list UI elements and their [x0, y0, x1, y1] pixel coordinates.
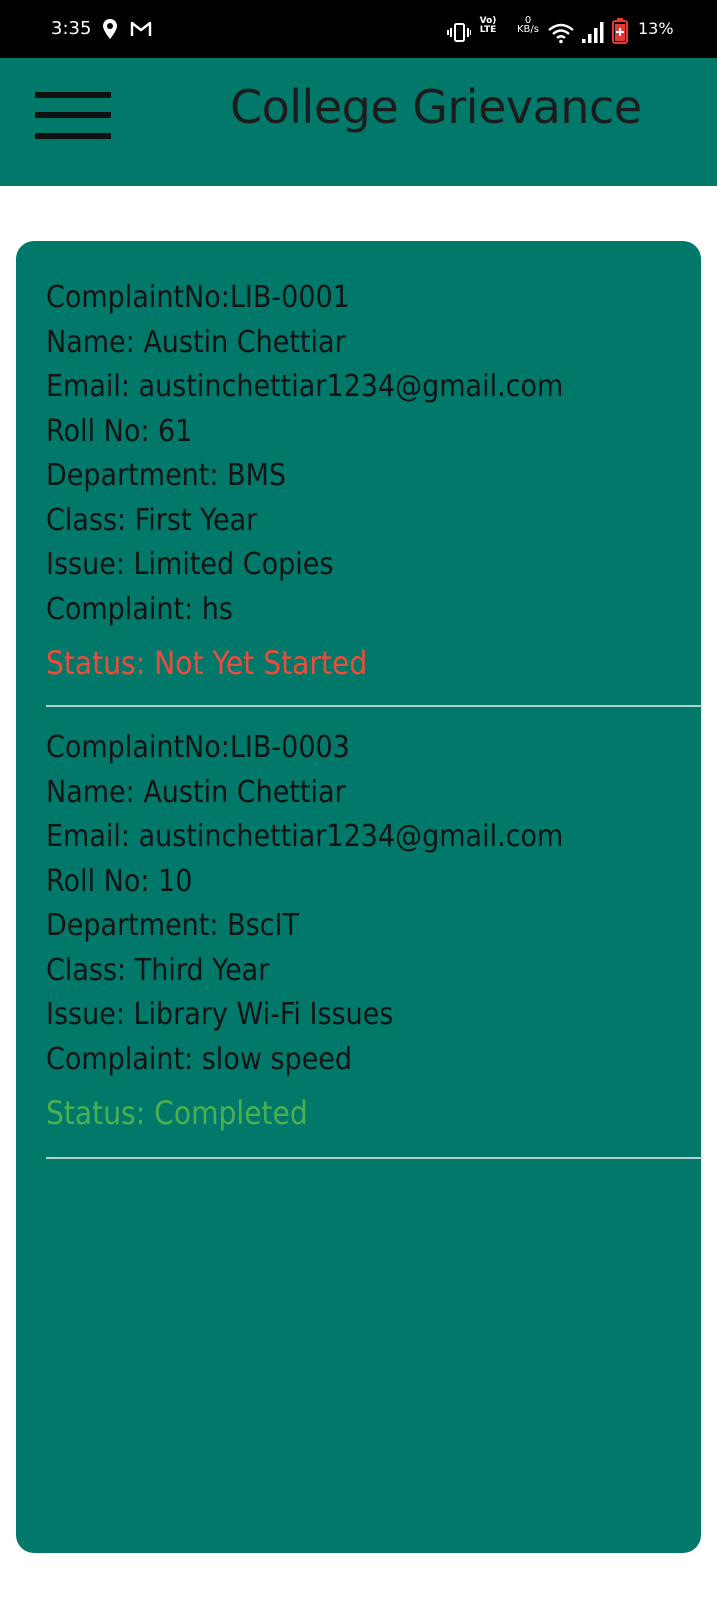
department: Department: BscIT — [46, 908, 299, 943]
wifi-icon — [548, 23, 574, 44]
issue: Issue: Library Wi-Fi Issues — [46, 997, 394, 1032]
complaint-text: Complaint: slow speed — [46, 1041, 353, 1077]
vibrate-icon — [447, 23, 471, 42]
complaint-number: ComplaintNo:LIB-0001 — [46, 280, 350, 315]
status-bar: 3:35 Vo) LTE 0 KB/s 13% — [0, 0, 717, 58]
complaint-number: ComplaintNo:LIB-0003 — [46, 730, 350, 765]
roll-number: Roll No: 61 — [46, 413, 193, 449]
location-icon — [103, 19, 117, 39]
status-label: Status: Completed — [46, 1094, 308, 1132]
complaints-card[interactable]: ComplaintNo:LIB-0001 Name: Austin Chetti… — [16, 241, 702, 1553]
lte-text: LTE — [479, 25, 497, 35]
signal-icon — [582, 22, 604, 43]
net-speed-unit: KB/s — [517, 24, 539, 35]
roll-number: Roll No: 10 — [46, 863, 193, 899]
gmail-icon — [130, 21, 152, 36]
complaint-text: Complaint: hs — [46, 591, 233, 627]
class: Class: Third Year — [46, 952, 270, 988]
battery-icon — [612, 18, 628, 44]
app-title: College Grievance — [230, 80, 642, 134]
status-time: 3:35 — [51, 18, 92, 39]
net-speed: 0 KB/s — [513, 16, 543, 35]
volte-label: Vo) LTE — [476, 17, 500, 35]
complaint-item[interactable]: ComplaintNo:LIB-0001 Name: Austin Chetti… — [46, 276, 686, 688]
status-label: Status: Not Yet Started — [46, 644, 368, 682]
complainant-email: Email: austinchettiar1234@gmail.com — [46, 819, 564, 854]
complainant-email: Email: austinchettiar1234@gmail.com — [46, 369, 564, 404]
complainant-name: Name: Austin Chettiar — [46, 324, 346, 360]
divider — [46, 1157, 702, 1159]
hamburger-menu-icon[interactable] — [35, 92, 111, 144]
class: Class: First Year — [46, 502, 258, 538]
department: Department: BMS — [46, 458, 287, 493]
battery-percentage: 13% — [638, 19, 674, 38]
issue: Issue: Limited Copies — [46, 547, 334, 582]
complainant-name: Name: Austin Chettiar — [46, 774, 346, 810]
divider — [46, 705, 702, 707]
complaint-item[interactable]: ComplaintNo:LIB-0003 Name: Austin Chetti… — [46, 726, 686, 1138]
